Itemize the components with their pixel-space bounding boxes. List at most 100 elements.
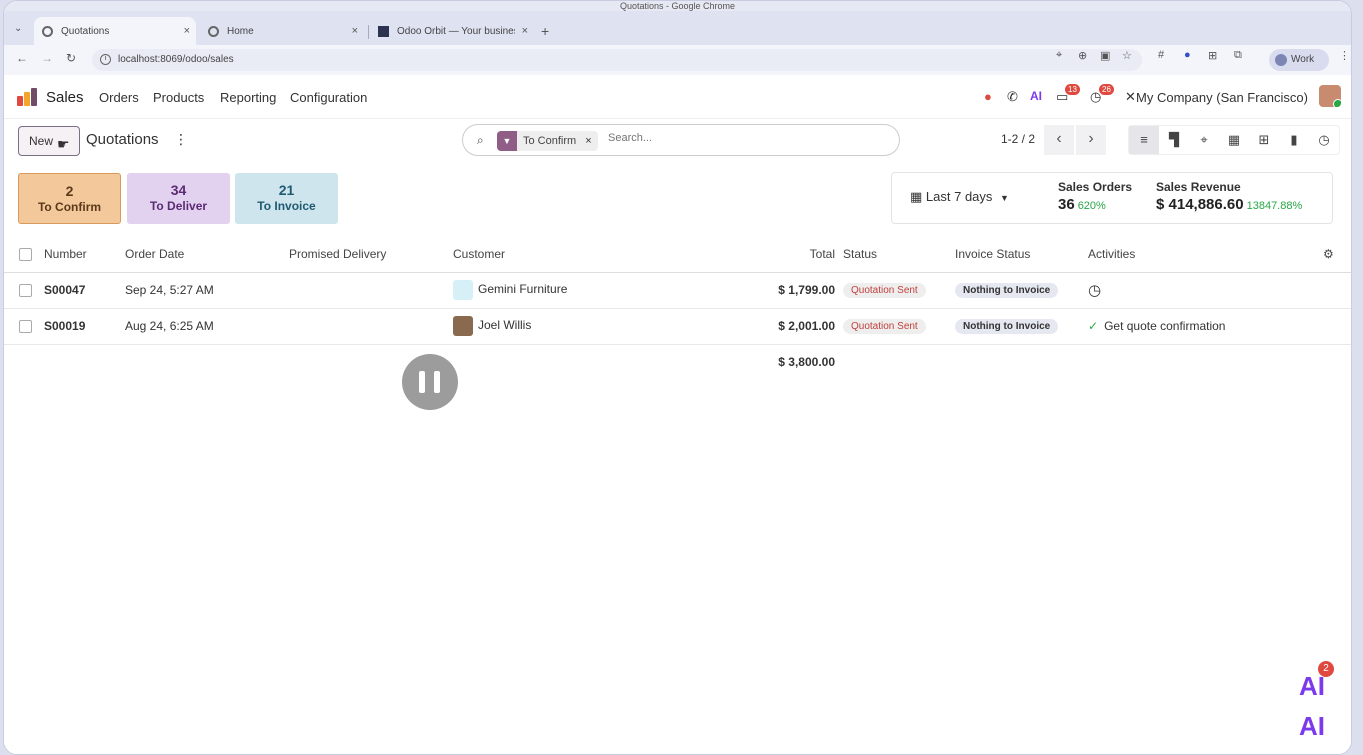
order-total: $ 1,799.00 xyxy=(683,272,843,309)
menu-reporting[interactable]: Reporting xyxy=(220,90,276,105)
calendar-view-icon[interactable]: ▦ xyxy=(1219,126,1249,154)
reload-icon[interactable]: ↻ xyxy=(66,51,76,65)
filter-facet[interactable]: ▼ To Confirm × xyxy=(497,131,598,151)
breadcrumb-title: Quotations xyxy=(86,131,159,148)
search-input[interactable] xyxy=(608,132,868,144)
column-activities[interactable]: Activities xyxy=(1088,236,1323,273)
grand-total: $ 3,800.00 xyxy=(778,355,835,370)
phone-icon[interactable]: ✆ xyxy=(1007,89,1018,105)
column-customer[interactable]: Customer xyxy=(453,236,683,273)
extension-hash-icon[interactable]: # xyxy=(1158,49,1164,61)
extensions-puzzle-icon[interactable]: ⧉ xyxy=(1234,49,1242,62)
new-button[interactable]: New ☛ xyxy=(18,126,80,156)
zoom-icon[interactable]: ⊕ xyxy=(1078,49,1087,62)
tab-strip: ⌄ Quotations × Home × Odoo Orbit — Your … xyxy=(4,11,1351,45)
column-total[interactable]: Total xyxy=(683,236,843,273)
sales-app-logo-icon[interactable] xyxy=(17,88,37,106)
card-to-invoice[interactable]: 21 To Invoice xyxy=(235,173,338,224)
order-date: Sep 24, 5:27 AM xyxy=(125,272,289,309)
ai-assistant-button[interactable]: AI 2 xyxy=(1295,661,1334,701)
extension-dot-icon[interactable]: ● xyxy=(1184,49,1191,61)
company-switcher[interactable]: My Company (San Francisco) xyxy=(1136,90,1308,105)
table-row[interactable]: S00047 Sep 24, 5:27 AM Gemini Furniture … xyxy=(4,272,1351,309)
tab-quotations[interactable]: Quotations × xyxy=(34,17,196,45)
user-avatar[interactable] xyxy=(1319,85,1341,107)
activity-view-icon[interactable]: ◷ xyxy=(1309,126,1339,154)
customer-name: Gemini Furniture xyxy=(478,282,568,297)
menu-orders[interactable]: Orders xyxy=(99,90,139,105)
check-icon[interactable]: ✓ xyxy=(1088,319,1098,333)
invoice-status-badge: Nothing to Invoice xyxy=(955,283,1059,298)
kpi-sales-orders[interactable]: Sales Orders 36 620% xyxy=(1058,180,1132,213)
tab-search-chevron-icon[interactable]: ⌄ xyxy=(14,23,22,34)
menu-products[interactable]: Products xyxy=(153,90,204,105)
location-icon[interactable]: ⌖ xyxy=(1056,49,1062,62)
ai-icon[interactable]: AI xyxy=(1030,89,1042,103)
period-selector[interactable]: ▦ Last 7 days ▼ xyxy=(910,189,1009,205)
filter-facet-label: To Confirm xyxy=(523,135,577,147)
close-tab-icon[interactable]: × xyxy=(522,25,528,37)
pivot-view-icon[interactable]: ⊞ xyxy=(1249,126,1279,154)
row-checkbox[interactable] xyxy=(19,320,32,334)
pager-value[interactable]: 1-2 / 2 xyxy=(1001,132,1035,146)
actions-menu-icon[interactable]: ⋮ xyxy=(174,131,188,148)
search-bar[interactable]: ⌕ ▼ To Confirm × xyxy=(462,124,900,156)
tools-icon[interactable]: ✕ xyxy=(1125,89,1136,105)
app-name[interactable]: Sales xyxy=(46,89,84,106)
tab-divider xyxy=(368,25,369,39)
kpi-value: 36 xyxy=(1058,196,1075,213)
ai-label: AI xyxy=(1299,711,1325,741)
forward-icon[interactable]: → xyxy=(41,51,53,65)
column-order-date[interactable]: Order Date xyxy=(125,236,289,273)
main-navbar: Sales Orders Products Reporting Configur… xyxy=(4,75,1351,119)
kpi-sales-revenue[interactable]: Sales Revenue $ 414,886.60 13847.88% xyxy=(1156,180,1302,213)
column-number[interactable]: Number xyxy=(44,236,125,273)
bookmark-star-icon[interactable]: ☆ xyxy=(1122,49,1132,62)
remove-facet-icon[interactable]: × xyxy=(585,135,591,147)
profile-button[interactable]: Work xyxy=(1269,49,1329,71)
graph-view-icon[interactable]: ▮ xyxy=(1279,126,1309,154)
activity-summary[interactable]: Get quote confirmation xyxy=(1104,319,1225,333)
schedule-activity-clock-icon[interactable]: ◷ xyxy=(1088,282,1101,299)
browser-menu-icon[interactable]: ⋮ xyxy=(1339,49,1350,62)
ai-chat-launcher[interactable]: AI xyxy=(1295,711,1329,741)
invoice-status-badge: Nothing to Invoice xyxy=(955,319,1059,334)
messages-icon[interactable]: ▭ 13 xyxy=(1056,84,1080,105)
pause-overlay-button[interactable] xyxy=(402,354,458,410)
table-row[interactable]: S00019 Aug 24, 6:25 AM Joel Willis $ 2,0… xyxy=(4,308,1351,345)
pager-next-icon[interactable]: › xyxy=(1076,125,1106,155)
select-all-checkbox[interactable] xyxy=(19,247,32,261)
optional-columns-icon[interactable]: ⚙ xyxy=(1323,236,1351,273)
list-view-icon[interactable]: ≡ xyxy=(1129,126,1159,154)
view-switcher: ≡ ▜ ⌖ ▦ ⊞ ▮ ◷ xyxy=(1128,125,1340,155)
url-field[interactable]: i localhost:8069/odoo/sales xyxy=(92,49,1142,71)
card-to-confirm[interactable]: 2 To Confirm xyxy=(18,173,121,224)
close-tab-icon[interactable]: × xyxy=(184,25,190,37)
record-icon[interactable]: ● xyxy=(984,89,992,104)
card-to-deliver[interactable]: 34 To Deliver xyxy=(127,173,230,224)
back-icon[interactable]: ← xyxy=(16,51,28,65)
kpi-change: 620% xyxy=(1077,200,1106,212)
tab-title: Quotations xyxy=(61,25,110,37)
row-checkbox[interactable] xyxy=(19,284,32,298)
kanban-view-icon[interactable]: ▜ xyxy=(1159,126,1189,154)
pager-previous-icon[interactable]: ‹ xyxy=(1044,125,1074,155)
period-label: Last 7 days xyxy=(925,189,993,204)
column-invoice-status[interactable]: Invoice Status xyxy=(955,236,1088,273)
new-tab-icon[interactable]: + xyxy=(541,23,549,39)
mouse-pointer-hand-icon: ☛ xyxy=(57,136,70,152)
activities-badge: 26 xyxy=(1099,84,1114,95)
extension-grid-icon[interactable]: ⊞ xyxy=(1208,49,1217,62)
map-view-icon[interactable]: ⌖ xyxy=(1189,126,1219,154)
tab-home[interactable]: Home × xyxy=(200,17,364,45)
column-status[interactable]: Status xyxy=(843,236,955,273)
column-promised-delivery[interactable]: Promised Delivery xyxy=(289,236,453,273)
new-button-label: New xyxy=(29,134,54,148)
odoo-app: Sales Orders Products Reporting Configur… xyxy=(4,75,1351,754)
tab-odoo-orbit[interactable]: Odoo Orbit — Your busines × xyxy=(370,17,534,45)
site-info-icon[interactable]: i xyxy=(100,54,111,65)
menu-configuration[interactable]: Configuration xyxy=(290,90,367,105)
close-tab-icon[interactable]: × xyxy=(352,25,358,37)
cast-icon[interactable]: ▣ xyxy=(1100,49,1110,62)
activities-clock-icon[interactable]: ◷ 26 xyxy=(1090,84,1114,105)
